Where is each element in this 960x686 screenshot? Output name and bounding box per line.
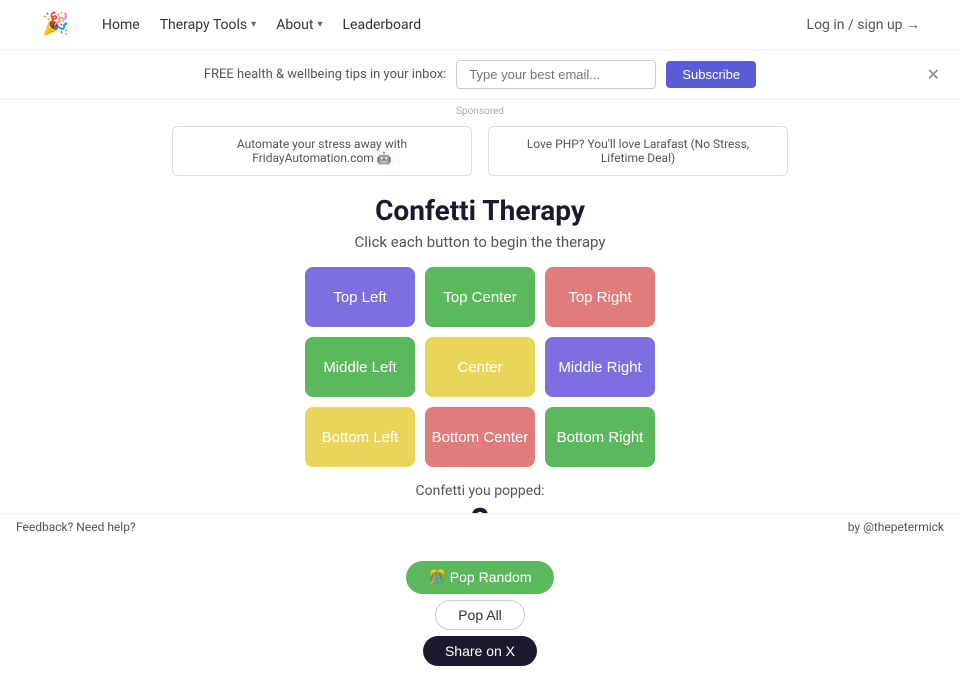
therapy-btn-br[interactable]: Bottom Right	[545, 407, 655, 467]
sponsored-section: Sponsored	[0, 100, 960, 122]
therapy-btn-tl[interactable]: Top Left	[305, 267, 415, 327]
sub-bar-text: FREE health & wellbeing tips in your inb…	[204, 67, 446, 82]
nav-links: Home Therapy Tools ▾ About ▾ Leaderboard	[102, 17, 421, 33]
therapy-btn-mc[interactable]: Center	[425, 337, 535, 397]
logo-icon: 🎉	[40, 9, 72, 41]
chevron-down-icon: ▾	[251, 19, 256, 30]
nav-home[interactable]: Home	[102, 17, 140, 33]
nav-leaderboard[interactable]: Leaderboard	[343, 17, 422, 33]
navigation: 🎉 Home Therapy Tools ▾ About ▾ Leaderboa…	[0, 0, 960, 50]
therapy-btn-mr[interactable]: Middle Right	[545, 337, 655, 397]
ad-banners: Automate your stress away with FridayAut…	[0, 122, 960, 184]
footer: Feedback? Need help? by @thepetermick	[0, 513, 960, 540]
feedback-link[interactable]: Feedback? Need help?	[16, 520, 136, 534]
share-button[interactable]: Share on X	[423, 636, 537, 666]
nav-left: 🎉 Home Therapy Tools ▾ About ▾ Leaderboa…	[40, 9, 421, 41]
counter-label: Confetti you popped:	[416, 483, 545, 499]
button-grid: Top LeftTop CenterTop Right Middle LeftCe…	[305, 267, 655, 467]
main-content: Confetti Therapy Click each button to be…	[0, 184, 960, 686]
ad-banner-2[interactable]: Love PHP? You'll love Larafast (No Stres…	[488, 126, 788, 176]
chevron-down-icon: ▾	[317, 19, 322, 30]
therapy-btn-bc[interactable]: Bottom Center	[425, 407, 535, 467]
ad-banner-1[interactable]: Automate your stress away with FridayAut…	[172, 126, 472, 176]
sponsored-label: Sponsored	[456, 106, 504, 117]
pop-random-button[interactable]: 🎊 Pop Random	[406, 561, 553, 594]
email-input[interactable]	[456, 60, 656, 89]
therapy-btn-bl[interactable]: Bottom Left	[305, 407, 415, 467]
auth-link[interactable]: Log in / sign up →	[807, 16, 920, 33]
page-subtitle: Click each button to begin the therapy	[355, 233, 606, 251]
subscribe-button[interactable]: Subscribe	[666, 61, 756, 88]
attribution: by @thepetermick	[848, 520, 944, 534]
nav-about[interactable]: About ▾	[276, 17, 322, 33]
therapy-btn-ml[interactable]: Middle Left	[305, 337, 415, 397]
subscription-bar: FREE health & wellbeing tips in your inb…	[0, 50, 960, 100]
pop-all-button[interactable]: Pop All	[435, 600, 525, 630]
nav-therapy-tools[interactable]: Therapy Tools ▾	[160, 17, 257, 33]
page-title: Confetti Therapy	[375, 194, 585, 227]
close-button[interactable]: ✕	[927, 65, 940, 85]
therapy-btn-tr[interactable]: Top Right	[545, 267, 655, 327]
therapy-btn-tc[interactable]: Top Center	[425, 267, 535, 327]
